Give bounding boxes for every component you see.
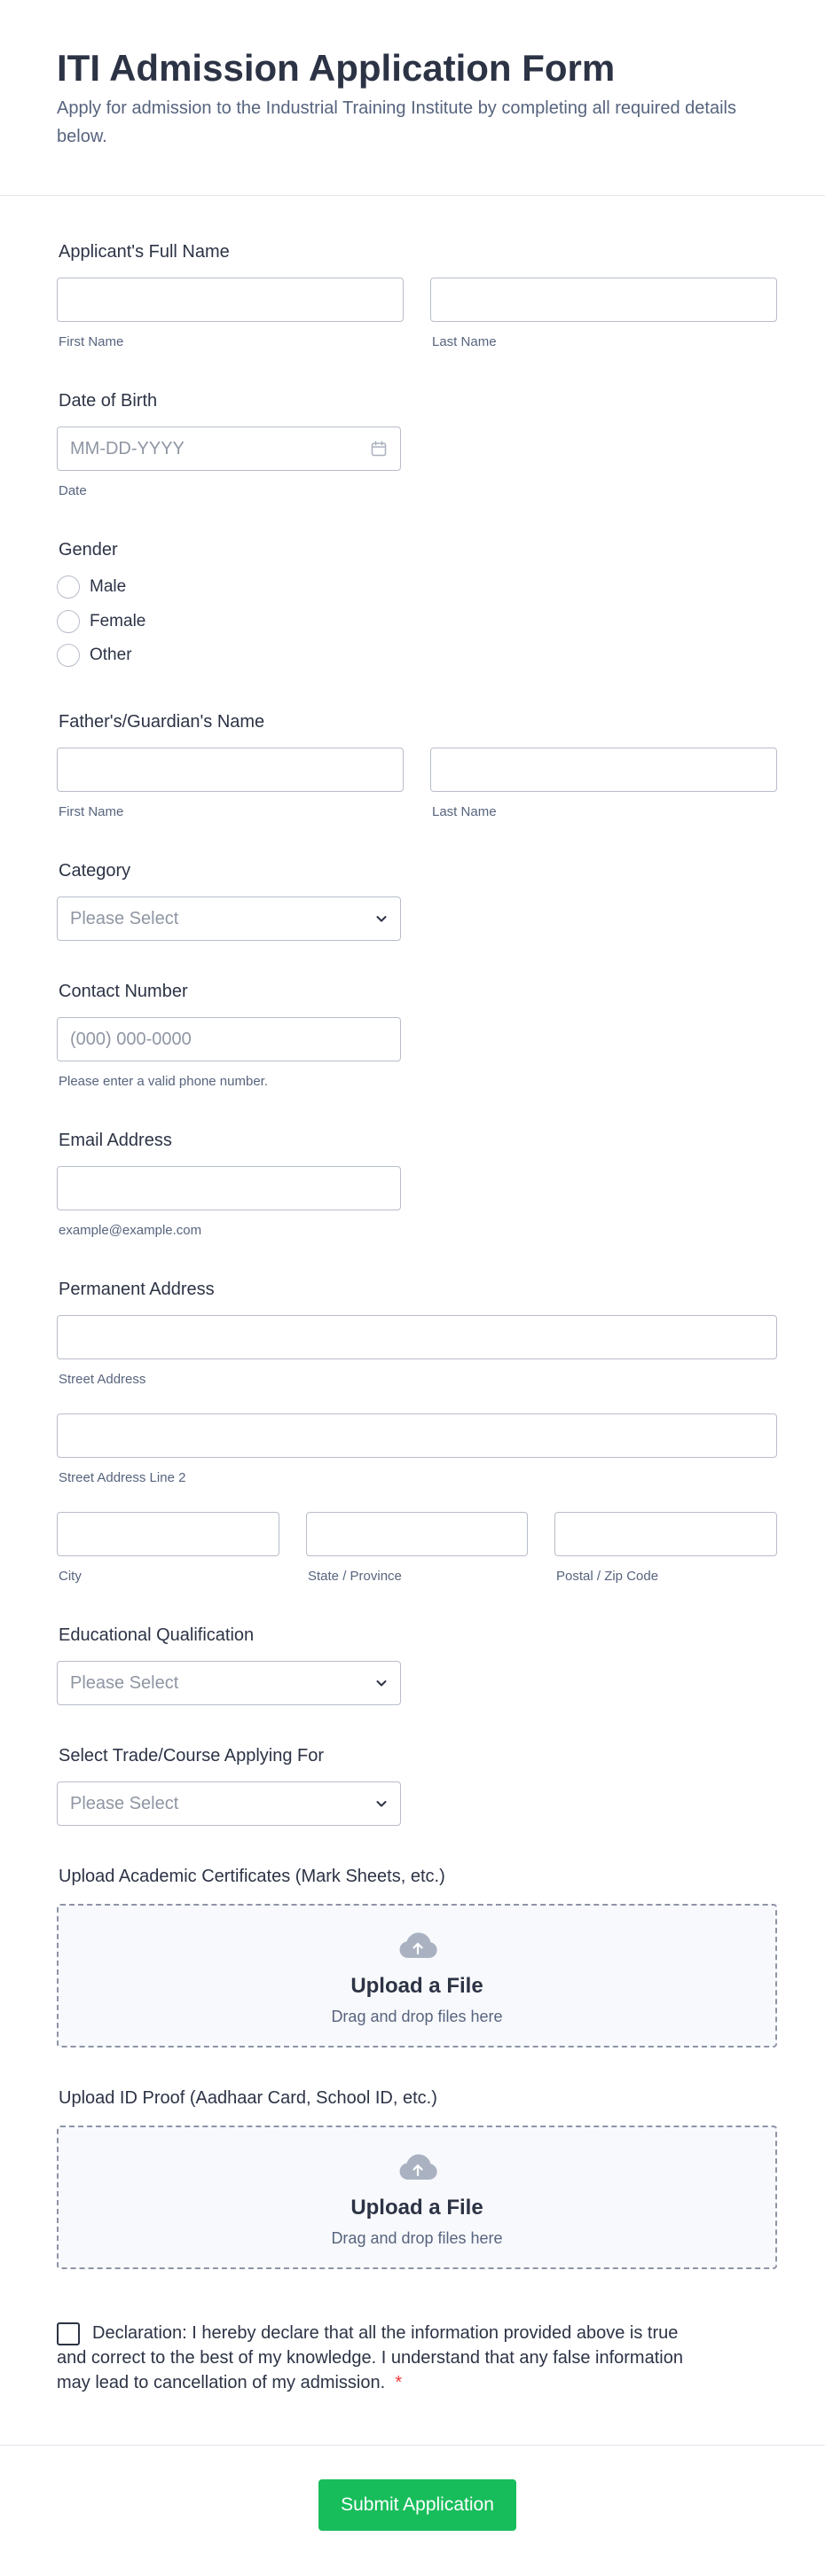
email-label: Email Address bbox=[59, 1131, 172, 1150]
calendar-icon[interactable] bbox=[370, 440, 388, 458]
guardian-name-label: Father's/Guardian's Name bbox=[59, 712, 265, 732]
footer-divider bbox=[0, 2445, 825, 2446]
street-address-sublabel: Street Address bbox=[59, 1372, 146, 1387]
qualification-label: Educational Qualification bbox=[59, 1625, 255, 1645]
city-input[interactable] bbox=[57, 1512, 279, 1556]
chevron-down-icon bbox=[376, 916, 387, 922]
cloud-upload-icon bbox=[399, 1932, 437, 1959]
zip-sublabel: Postal / Zip Code bbox=[556, 1569, 659, 1584]
upload-subtitle: Drag and drop files here bbox=[331, 2008, 503, 2025]
qualification-placeholder: Please Select bbox=[70, 1673, 179, 1693]
contact-number-input[interactable]: (000) 000-0000 bbox=[57, 1017, 401, 1061]
chevron-down-icon bbox=[376, 1801, 387, 1807]
email-sublabel: example@example.com bbox=[59, 1223, 202, 1238]
contact-label: Contact Number bbox=[59, 982, 188, 1001]
guardian-first-name-sublabel: First Name bbox=[59, 804, 124, 819]
chevron-down-icon bbox=[376, 1680, 387, 1687]
cloud-upload-icon bbox=[399, 2154, 437, 2181]
submit-button[interactable]: Submit Application bbox=[318, 2479, 516, 2531]
category-label: Category bbox=[59, 861, 131, 881]
state-input[interactable] bbox=[306, 1512, 528, 1556]
guardian-first-name-input[interactable] bbox=[57, 748, 404, 792]
gender-option-label: Female bbox=[90, 612, 146, 630]
address-label: Permanent Address bbox=[59, 1280, 215, 1299]
page-subtitle: Apply for admission to the Industrial Tr… bbox=[57, 98, 736, 146]
contact-placeholder: (000) 000-0000 bbox=[70, 1030, 192, 1049]
trade-placeholder: Please Select bbox=[70, 1794, 179, 1813]
upload-id-label: Upload ID Proof (Aadhaar Card, School ID… bbox=[59, 2088, 437, 2108]
email-input[interactable] bbox=[57, 1166, 401, 1210]
qualification-select[interactable]: Please Select bbox=[57, 1661, 401, 1705]
gender-label: Gender bbox=[59, 540, 118, 560]
declaration-text: Declaration: I hereby declare that all t… bbox=[57, 2323, 683, 2392]
gender-option-label: Other bbox=[90, 646, 132, 664]
state-sublabel: State / Province bbox=[308, 1569, 402, 1584]
street-address-input[interactable] bbox=[57, 1315, 777, 1359]
dob-sublabel: Date bbox=[59, 483, 87, 498]
city-sublabel: City bbox=[59, 1569, 82, 1584]
upload-title: Upload a File bbox=[350, 1974, 483, 1998]
radio-button[interactable] bbox=[57, 610, 80, 633]
radio-button[interactable] bbox=[57, 575, 80, 599]
category-select[interactable]: Please Select bbox=[57, 897, 401, 941]
contact-sublabel: Please enter a valid phone number. bbox=[59, 1074, 268, 1089]
guardian-last-name-sublabel: Last Name bbox=[432, 804, 497, 819]
zip-input[interactable] bbox=[554, 1512, 777, 1556]
guardian-last-name-input[interactable] bbox=[430, 748, 777, 792]
category-placeholder: Please Select bbox=[70, 909, 179, 928]
upload-subtitle: Drag and drop files here bbox=[331, 2229, 503, 2247]
dob-input[interactable]: MM-DD-YYYY bbox=[57, 427, 401, 471]
gender-option-label: Male bbox=[90, 577, 127, 596]
applicant-last-name-sublabel: Last Name bbox=[432, 334, 497, 349]
applicant-name-label: Applicant's Full Name bbox=[59, 242, 230, 262]
upload-certificates-dropzone[interactable]: Upload a File Drag and drop files here bbox=[57, 1904, 777, 2047]
trade-select[interactable]: Please Select bbox=[57, 1781, 401, 1826]
trade-label: Select Trade/Course Applying For bbox=[59, 1746, 325, 1766]
dob-placeholder: MM-DD-YYYY bbox=[70, 439, 185, 458]
upload-title: Upload a File bbox=[350, 2196, 483, 2220]
applicant-first-name-sublabel: First Name bbox=[59, 334, 124, 349]
declaration-text-block: Declaration: I hereby declare that all t… bbox=[57, 2321, 695, 2395]
applicant-last-name-input[interactable] bbox=[430, 278, 777, 322]
radio-button[interactable] bbox=[57, 644, 80, 667]
upload-certificates-label: Upload Academic Certificates (Mark Sheet… bbox=[59, 1867, 445, 1886]
form-header: ITI Admission Application Form Apply for… bbox=[0, 0, 825, 196]
upload-id-dropzone[interactable]: Upload a File Drag and drop files here bbox=[57, 2126, 777, 2269]
page-title: ITI Admission Application Form bbox=[57, 47, 616, 89]
dob-label: Date of Birth bbox=[59, 391, 158, 411]
street-address-line2-sublabel: Street Address Line 2 bbox=[59, 1470, 186, 1485]
required-asterisk: * bbox=[395, 2373, 403, 2392]
applicant-first-name-input[interactable] bbox=[57, 278, 404, 322]
street-address-line2-input[interactable] bbox=[57, 1413, 777, 1458]
